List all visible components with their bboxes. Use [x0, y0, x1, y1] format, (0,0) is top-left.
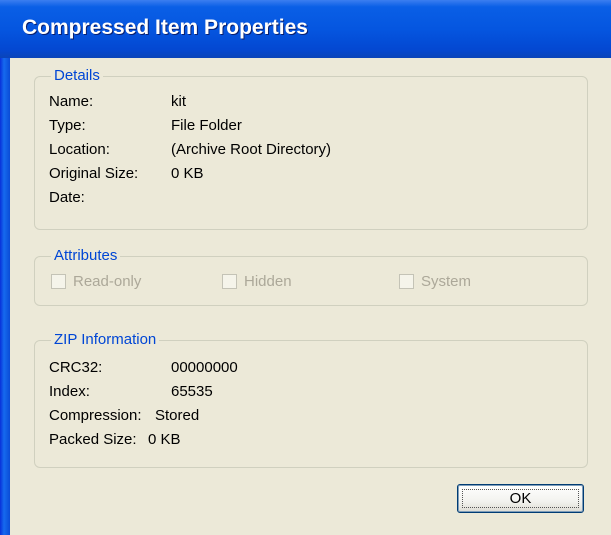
- location-value: (Archive Root Directory): [171, 141, 332, 158]
- compression-value: Stored: [155, 407, 200, 424]
- packed-size-label: Packed Size:: [49, 431, 137, 448]
- properties-dialog: Compressed Item Properties Details Name:…: [0, 0, 611, 535]
- title-bar[interactable]: Compressed Item Properties: [0, 0, 611, 58]
- type-value: File Folder: [171, 117, 242, 134]
- crc32-value: 00000000: [171, 359, 238, 376]
- window-title: Compressed Item Properties: [22, 16, 308, 39]
- ok-button[interactable]: OK: [457, 484, 584, 513]
- system-checkbox: [399, 274, 414, 289]
- crc32-label: CRC32:: [49, 359, 103, 376]
- zip-info-group-title: ZIP Information: [51, 331, 160, 349]
- details-group-title: Details: [51, 67, 103, 85]
- name-label: Name:: [49, 93, 94, 110]
- compression-label: Compression:: [49, 407, 142, 424]
- hidden-checkbox: [222, 274, 237, 289]
- ok-button-label: OK: [509, 490, 532, 507]
- readonly-label: Read-only: [73, 273, 142, 290]
- hidden-label: Hidden: [244, 273, 292, 290]
- packed-size-value: 0 KB: [148, 431, 181, 448]
- location-label: Location:: [49, 141, 110, 158]
- details-group: Details Name: kit Type: File Folder Loca…: [34, 67, 588, 230]
- zip-info-group: ZIP Information CRC32: 00000000 Index: 6…: [34, 331, 588, 468]
- readonly-checkbox: [51, 274, 66, 289]
- attributes-group-title: Attributes: [51, 247, 121, 265]
- original-size-label: Original Size:: [49, 165, 139, 182]
- attributes-group: Attributes Read-only Hidden System: [34, 247, 588, 306]
- original-size-value: 0 KB: [171, 165, 204, 182]
- name-value: kit: [171, 93, 186, 110]
- dialog-client-area: Details Name: kit Type: File Folder Loca…: [10, 58, 611, 535]
- system-label: System: [421, 273, 472, 290]
- index-label: Index:: [49, 383, 90, 400]
- window-left-border: [0, 58, 10, 535]
- index-value: 65535: [171, 383, 213, 400]
- date-label: Date:: [49, 189, 85, 206]
- type-label: Type:: [49, 117, 86, 134]
